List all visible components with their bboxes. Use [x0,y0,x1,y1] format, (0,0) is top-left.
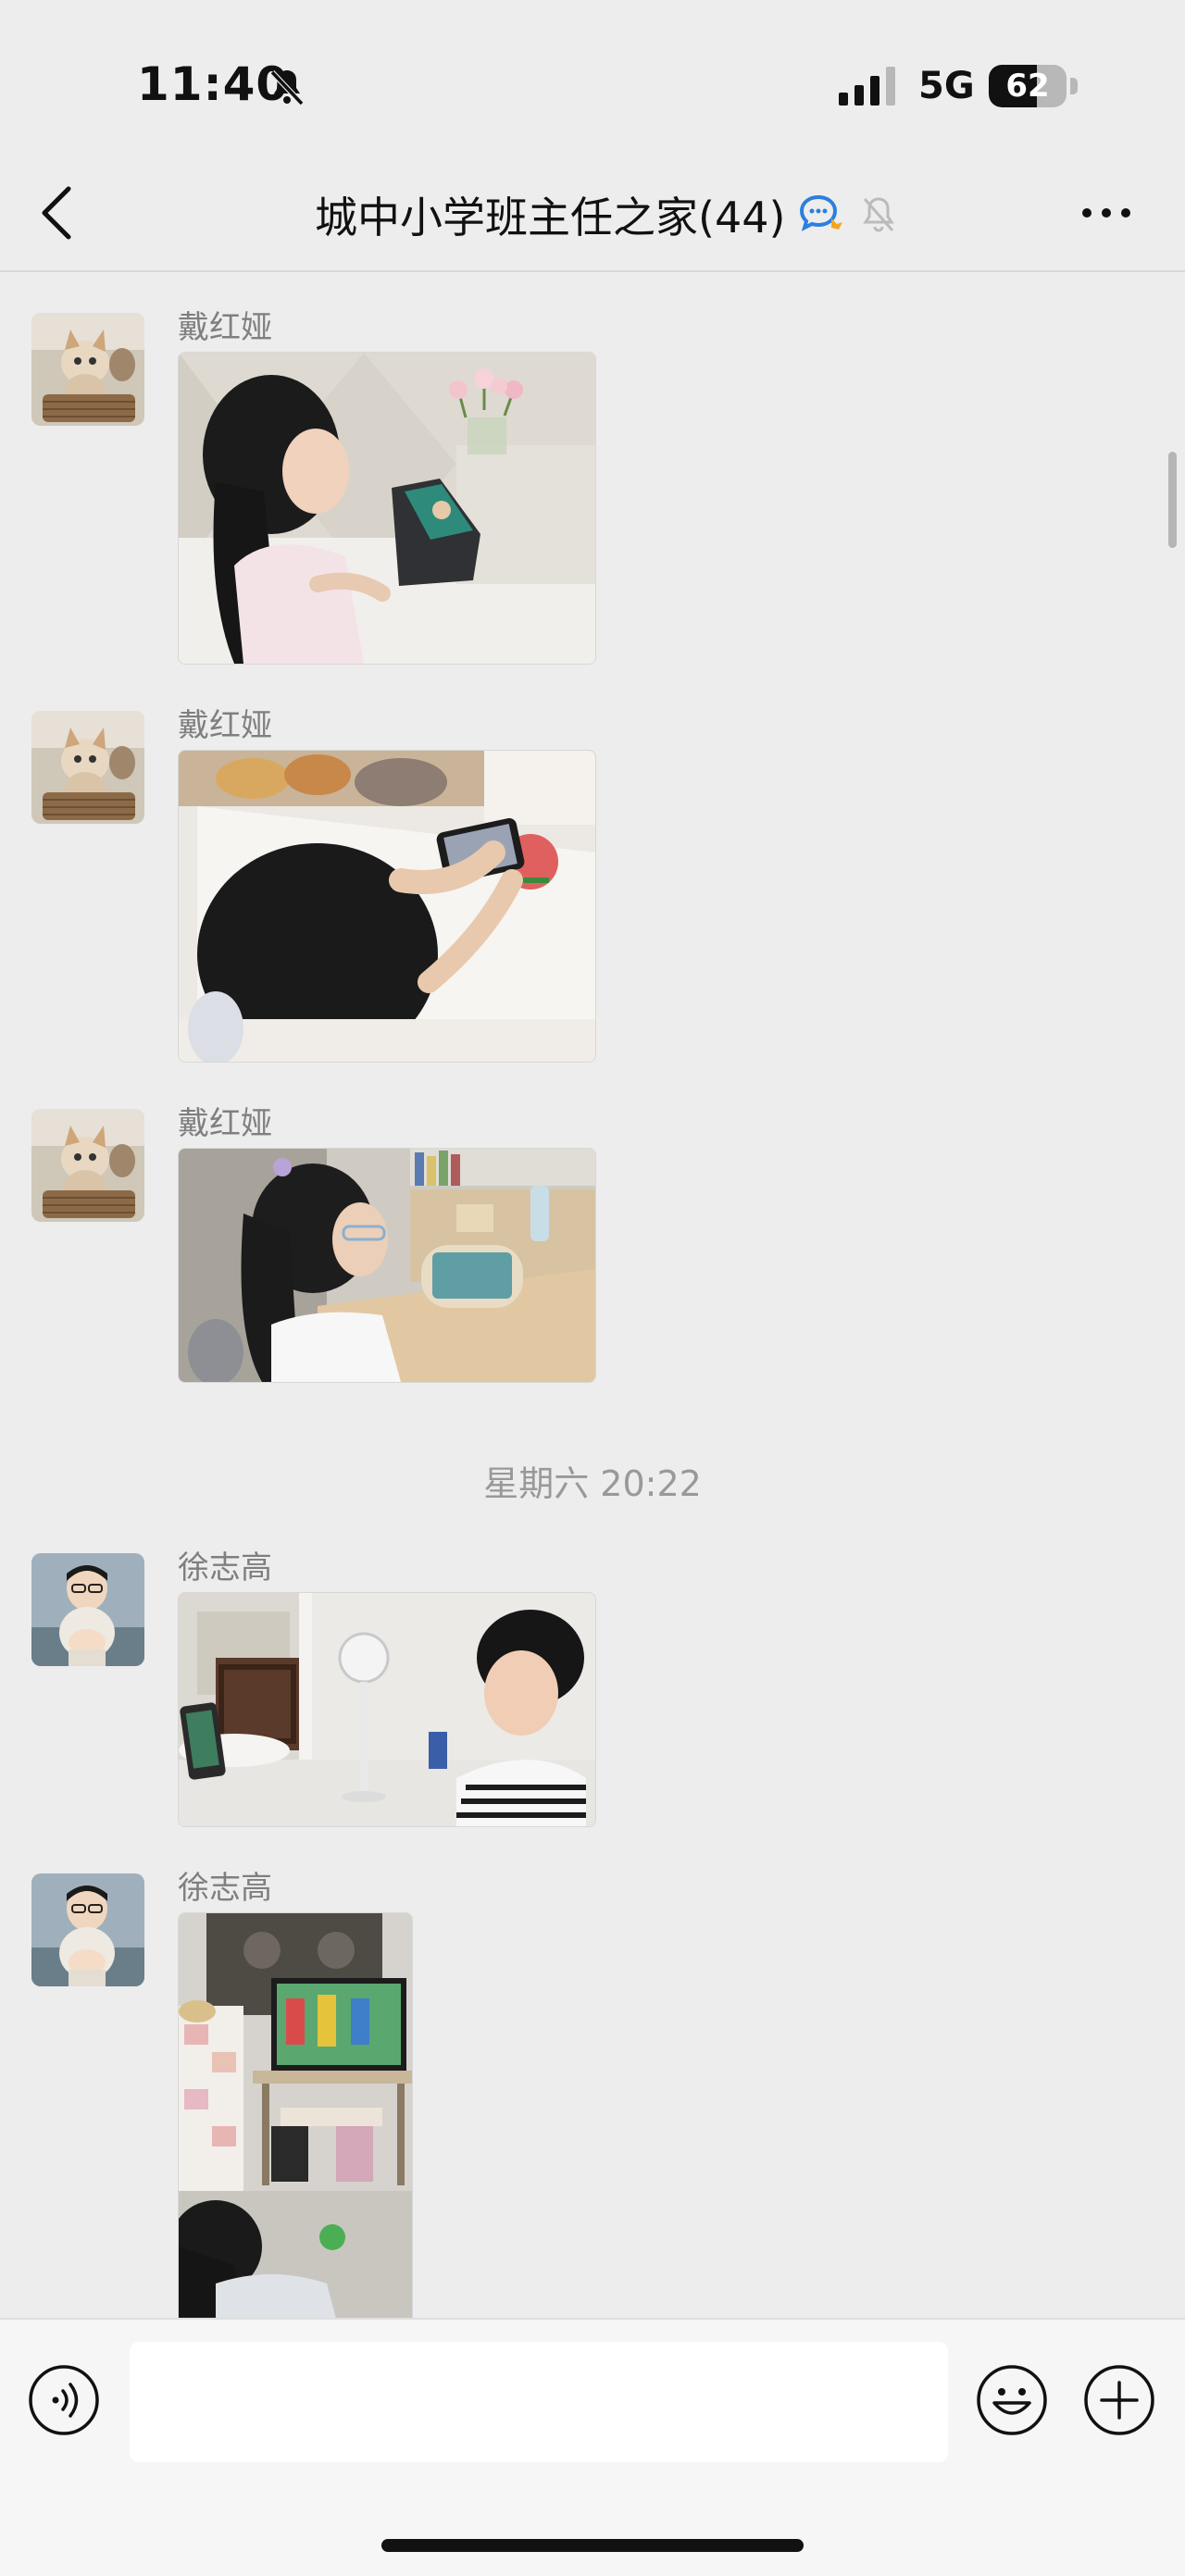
boy-avatar[interactable] [31,1553,144,1666]
message-photo[interactable] [178,1592,596,1827]
more-dots-icon[interactable] [1074,185,1139,241]
back-chevron-icon[interactable] [33,178,89,248]
message-item: 戴红娅 [0,1098,1185,1394]
message-item: 戴红娅 [0,700,1185,1070]
battery-level: 62 [1005,68,1050,105]
sender-name: 戴红娅 [178,309,272,346]
sender-name: 徐志高 [178,1870,272,1907]
chat-title-group[interactable]: 城中小学班主任之家(44) [315,185,900,244]
girl-with-glasses-phone-image [179,1149,595,1382]
cat-in-basket-icon [31,711,144,824]
girl-watching-phone-image [179,751,595,1062]
cat-avatar[interactable] [31,313,144,426]
status-bar: 11:40 5G 62 [0,0,1185,157]
message-photo[interactable] [178,1912,413,2319]
sender-name: 戴红娅 [178,1105,272,1142]
message-photo[interactable] [178,750,596,1063]
date-separator: 星期六 20:22 [483,1463,702,1504]
message-photo[interactable] [178,1148,596,1383]
cat-avatar[interactable] [31,711,144,824]
boy-avatar[interactable] [31,1873,144,1986]
scrollbar-thumb[interactable] [1168,452,1177,548]
voice-icon[interactable] [28,2364,100,2436]
chat-header: 城中小学班主任之家(44) [0,157,1185,272]
cat-in-basket-icon [31,313,144,426]
emoji-icon[interactable] [976,2364,1048,2436]
plus-icon[interactable] [1083,2364,1155,2436]
network-type: 5G [918,65,975,107]
boy-avatar-icon [31,1553,144,1666]
chat-title: 城中小学班主任之家(44) [315,193,786,243]
battery-indicator: 62 [989,65,1078,107]
boy-avatar-icon [31,1873,144,1986]
cat-avatar[interactable] [31,1109,144,1222]
sender-name: 戴红娅 [178,707,272,744]
girl-watching-tv-image [179,1913,412,2319]
message-item: 徐志高 [0,1862,1185,2319]
cat-in-basket-icon [31,1109,144,1222]
chat-bubble-badge-icon [800,194,843,231]
home-indicator[interactable] [381,2539,804,2552]
boy-watching-phone-image [179,1593,595,1826]
input-bar [0,2318,1185,2576]
sender-name: 徐志高 [178,1549,272,1587]
message-input[interactable] [130,2342,948,2462]
message-photo[interactable] [178,352,596,665]
bell-off-icon [269,69,305,106]
message-item: 徐志高 [0,1542,1185,1838]
girl-watching-tablet-image [179,353,595,664]
signal-icon [839,67,895,106]
mute-bell-icon [863,197,895,232]
message-item: 戴红娅 [0,302,1185,672]
